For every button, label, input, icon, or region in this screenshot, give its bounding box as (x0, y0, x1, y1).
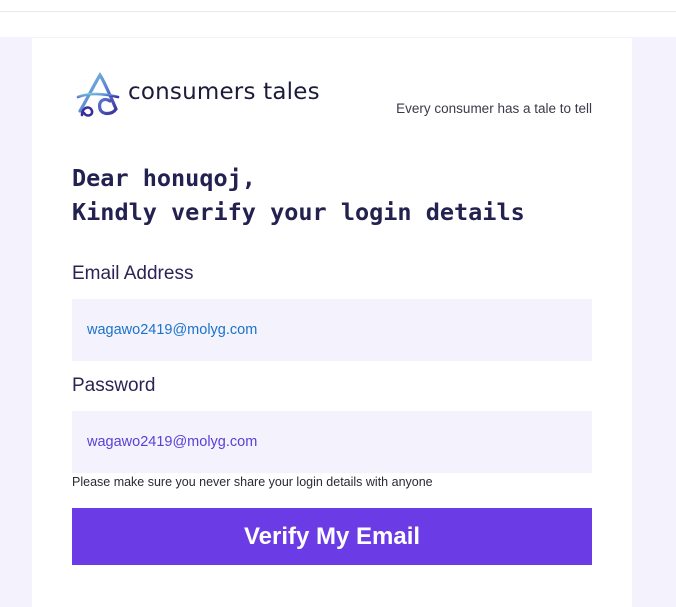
consumers-tales-logo-icon (76, 72, 120, 117)
email-label: Email Address (72, 263, 194, 284)
security-note: Please make sure you never share your lo… (72, 475, 433, 489)
brand-logo: consumers tales (76, 71, 320, 117)
greeting-line-2: Kindly verify your login details (72, 198, 525, 226)
verify-email-button[interactable]: Verify My Email (72, 508, 592, 565)
password-label: Password (72, 375, 156, 396)
tagline: Every consumer has a tale to tell (396, 101, 592, 116)
email-card: consumers tales Every consumer has a tal… (32, 38, 632, 607)
top-bar (0, 0, 676, 12)
greeting-line-1: Dear honuqoj, (72, 164, 256, 192)
greeting-heading: Dear honuqoj, Kindly verify your login d… (72, 161, 525, 229)
logo-wordmark: consumers tales (128, 79, 320, 105)
password-field[interactable] (72, 411, 592, 473)
email-field[interactable] (72, 299, 592, 361)
